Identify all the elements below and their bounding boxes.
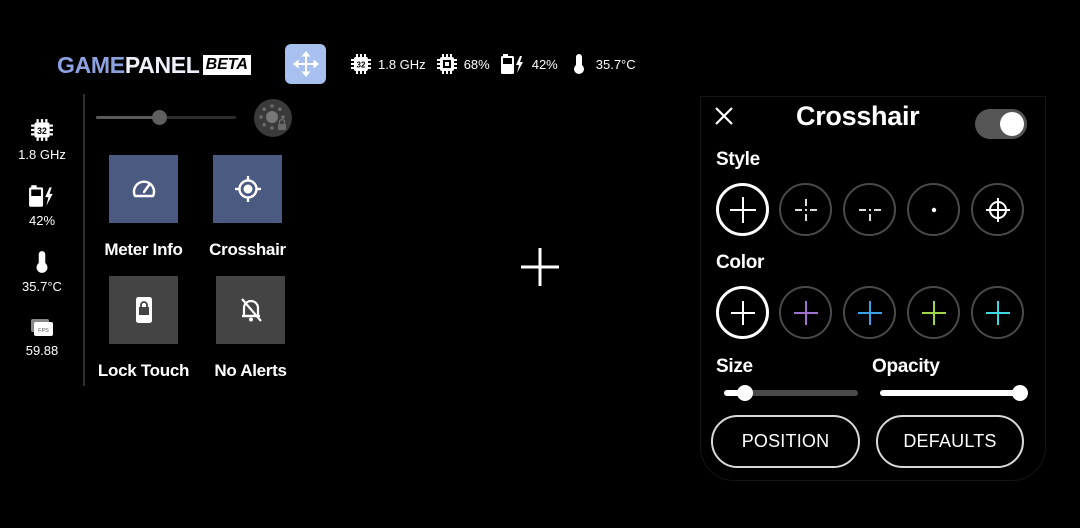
- svg-text:32: 32: [37, 126, 47, 136]
- auto-brightness-button[interactable]: [254, 99, 292, 137]
- top-stat-value: 35.7°C: [595, 56, 636, 72]
- size-slider[interactable]: [724, 385, 858, 401]
- top-stats-bar: 32 1.8 GHz 68% 42% 35.7°C: [350, 52, 646, 76]
- move-arrows-icon: [292, 51, 319, 77]
- style-option-dot[interactable]: [907, 183, 960, 236]
- toggle-knob: [1000, 112, 1024, 136]
- style-option-dashed-plus[interactable]: [779, 183, 832, 236]
- speedometer-icon: [132, 180, 155, 198]
- sidebar-divider: [83, 94, 85, 386]
- color-swatch-crosshair-icon: [857, 300, 882, 325]
- size-label: Size: [716, 356, 753, 377]
- top-stat-cpu-freq: 32 1.8 GHz: [350, 53, 426, 75]
- opacity-slider[interactable]: [880, 385, 1028, 401]
- opacity-slider-thumb[interactable]: [1012, 385, 1028, 401]
- panel-title: Crosshair: [796, 101, 920, 131]
- tile-label: Lock Touch: [97, 361, 190, 380]
- color-swatch-crosshair-icon: [730, 300, 755, 325]
- cpu-chip-icon: [436, 54, 457, 74]
- tile-crosshair[interactable]: [213, 155, 282, 223]
- tile-label: Meter Info: [104, 240, 183, 259]
- top-stat-battery: 42%: [500, 53, 558, 75]
- style-option-scope[interactable]: [971, 183, 1024, 236]
- cpu-32-icon: 32: [31, 119, 53, 141]
- dashed-t-crosshair-icon: [858, 208, 881, 221]
- crosshair-preview: [521, 248, 559, 286]
- close-button[interactable]: [713, 105, 735, 127]
- battery-charging-icon: [29, 185, 53, 207]
- tile-no-alerts[interactable]: [216, 276, 285, 344]
- dashed-plus-crosshair-icon: [794, 198, 817, 221]
- color-label: Color: [716, 252, 765, 273]
- style-option-plus[interactable]: [716, 183, 769, 236]
- cpu-32-icon: 32: [351, 54, 371, 74]
- crosshair-enable-toggle[interactable]: [975, 109, 1027, 139]
- sidebar-stats: 32 1.8 GHz 42% 35.7°C FPS 59.88: [10, 118, 74, 382]
- sidebar-stat-cpu-freq: 32 1.8 GHz: [10, 118, 74, 184]
- style-label: Style: [716, 149, 760, 170]
- tile-label: Crosshair: [209, 240, 286, 259]
- brightness-slider-fill: [96, 116, 159, 119]
- svg-text:32: 32: [357, 61, 366, 70]
- fps-icon: FPS: [31, 319, 53, 336]
- tile-label: No Alerts: [214, 361, 287, 380]
- move-panel-button[interactable]: [285, 44, 326, 84]
- battery-charging-icon: [500, 54, 523, 74]
- sidebar-stat-value: 35.7°C: [22, 279, 62, 294]
- tile-meter-info[interactable]: [109, 155, 178, 223]
- brand-part-panel: PANEL: [124, 51, 200, 78]
- opacity-label: Opacity: [872, 356, 940, 377]
- top-stat-cpu-usage: 68%: [436, 53, 490, 75]
- thermometer-icon: [36, 251, 48, 273]
- sidebar-stat-value: 59.88: [25, 343, 59, 358]
- tile-lock-touch[interactable]: [109, 276, 178, 344]
- opacity-slider-fill: [880, 390, 1020, 396]
- color-option[interactable]: [971, 286, 1024, 339]
- style-option-dashed-t[interactable]: [843, 183, 896, 236]
- sidebar-stat-value: 1.8 GHz: [18, 147, 66, 162]
- top-stat-value: 1.8 GHz: [378, 56, 426, 72]
- position-button[interactable]: POSITION: [711, 415, 860, 468]
- crosshair-target-icon: [234, 176, 261, 202]
- brightness-slider[interactable]: [96, 110, 236, 125]
- dot-crosshair-icon: [931, 207, 936, 212]
- brand-part-game: GAME: [57, 51, 125, 78]
- sidebar-stat-battery: 42%: [10, 184, 74, 250]
- beta-badge: BETA: [202, 55, 251, 75]
- auto-brightness-lock-icon: [259, 104, 286, 130]
- bell-off-icon: [240, 298, 262, 322]
- plus-crosshair-icon: [729, 196, 756, 223]
- color-option[interactable]: [907, 286, 960, 339]
- top-stat-value: 68%: [463, 56, 490, 72]
- sidebar-stat-temperature: 35.7°C: [10, 250, 74, 316]
- sidebar-stat-fps: FPS 59.88: [10, 316, 74, 382]
- color-swatch-crosshair-icon: [793, 300, 818, 325]
- color-option[interactable]: [716, 286, 769, 339]
- top-stat-value: 42%: [531, 56, 558, 72]
- brand-name: GAMEPANEL: [57, 52, 200, 79]
- thermometer-icon: [573, 54, 584, 74]
- color-option[interactable]: [779, 286, 832, 339]
- svg-text:FPS: FPS: [38, 328, 49, 334]
- color-swatch-crosshair-icon: [985, 300, 1010, 325]
- color-option[interactable]: [843, 286, 896, 339]
- scope-crosshair-icon: [985, 197, 1010, 222]
- app-logo: GAMEPANEL BETA: [57, 52, 251, 78]
- color-swatch-crosshair-icon: [921, 300, 946, 325]
- sidebar-stat-value: 42%: [28, 213, 56, 228]
- brightness-slider-thumb[interactable]: [152, 110, 167, 125]
- phone-lock-icon: [135, 297, 152, 323]
- defaults-button[interactable]: DEFAULTS: [876, 415, 1024, 468]
- close-icon: [715, 107, 733, 125]
- top-stat-temperature: 35.7°C: [568, 53, 636, 75]
